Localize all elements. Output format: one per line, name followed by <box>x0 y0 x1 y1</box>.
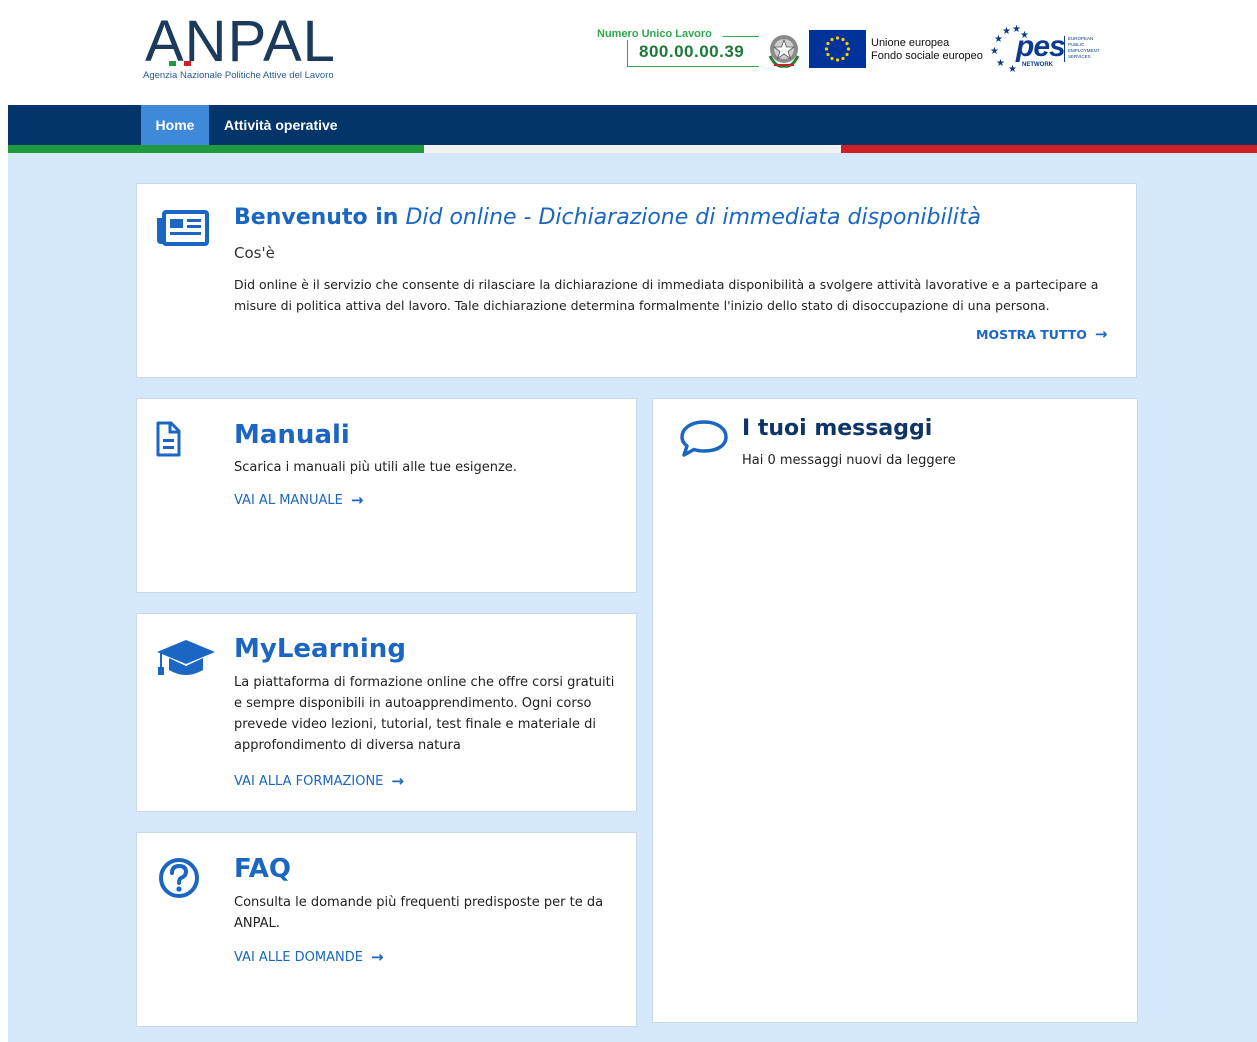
manuali-description: Scarica i manuali più utili alle tue esi… <box>234 460 517 475</box>
manuali-card <box>136 398 637 593</box>
eu-star-icon <box>845 52 849 57</box>
messaggi-title: I tuoi messaggi <box>742 416 933 441</box>
eu-star-icon <box>835 58 840 62</box>
arrow-right-icon: → <box>370 948 384 966</box>
eu-star-icon <box>845 41 849 46</box>
arrow-right-icon: → <box>391 772 404 790</box>
logo-subtitle: Agenzia Nazionale Politiche Attive del L… <box>143 70 334 81</box>
eu-flag-icon <box>809 30 866 68</box>
vai-al-manuale-link[interactable]: VAI AL MANUALE → <box>234 491 363 509</box>
eu-star-icon <box>826 52 830 57</box>
svg-text:★: ★ <box>1008 64 1017 75</box>
eu-star-icon <box>830 56 834 61</box>
svg-text:★: ★ <box>990 46 999 57</box>
nav-item-home[interactable]: Home <box>141 105 209 145</box>
eu-star-icon <box>835 36 840 40</box>
anpal-logo[interactable]: ANPAL Agenzia Nazionale Politiche Attive… <box>143 10 363 85</box>
svg-text:★: ★ <box>1002 26 1011 37</box>
speech-bubble-icon <box>680 420 728 457</box>
eu-star-icon <box>826 41 830 46</box>
welcome-description: Did online è il servizio che consente di… <box>234 277 1099 313</box>
mylearning-title: MyLearning <box>234 634 406 664</box>
question-circle-icon <box>159 858 199 898</box>
eu-star-icon <box>830 37 834 42</box>
nav-item-attivita-operative[interactable]: Attività operative <box>224 105 338 145</box>
welcome-title: Benvenuto in Did online - Dichiarazione … <box>234 205 981 230</box>
welcome-subtitle: Cos'è <box>234 244 275 262</box>
messaggi-description: Hai 0 messaggi nuovi da leggere <box>742 453 956 468</box>
eu-star-icon <box>841 56 845 61</box>
eu-fund-label: Unione europea Fondo sociale europeo <box>871 37 983 62</box>
arrow-right-icon: → <box>1094 325 1108 343</box>
vai-alla-formazione-link[interactable]: VAI ALLA FORMAZIONE → <box>234 772 404 790</box>
eu-star-icon <box>824 47 829 51</box>
numero-unico-lavoro: Numero Unico Lavoro 800.00.00.39 <box>597 28 759 68</box>
document-icon <box>156 421 181 457</box>
eu-star-icon <box>841 37 845 42</box>
pes-wordmark: pes <box>1016 30 1066 63</box>
italian-republic-emblem-icon <box>768 35 800 68</box>
manuali-title: Manuali <box>234 420 350 450</box>
pes-small-text: EUROPEAN PUBLIC EMPLOYMENT SERVICES <box>1068 36 1100 59</box>
main-nav: Home Attività operative <box>8 105 1257 145</box>
tricolor-stripe <box>8 145 1257 153</box>
site-header: ANPAL Agenzia Nazionale Politiche Attive… <box>0 0 1257 105</box>
vai-alle-domande-link[interactable]: VAI ALLE DOMANDE → <box>234 948 384 966</box>
faq-description: Consulta le domande più frequenti predis… <box>234 895 604 931</box>
svg-text:★: ★ <box>996 58 1005 69</box>
eu-star-icon <box>846 47 851 51</box>
messaggi-card <box>652 398 1138 1023</box>
newspaper-icon <box>157 210 209 246</box>
svg-text:★: ★ <box>994 34 1003 45</box>
pes-network-label: NETWORK <box>1022 62 1053 68</box>
graduation-cap-icon <box>157 640 215 675</box>
arrow-right-icon: → <box>350 491 364 509</box>
faq-title: FAQ <box>234 854 292 884</box>
pes-network-logo: ★ ★ ★ ★ ★ ★ ★ pes NETWORK EUROPEAN PUBLIC EM… <box>988 24 1108 76</box>
numero-unico-label: Numero Unico Lavoro <box>597 28 712 40</box>
numero-unico-value: 800.00.00.39 <box>639 42 745 61</box>
italian-flag-mark <box>169 61 191 66</box>
mostra-tutto-link[interactable]: MOSTRA TUTTO → <box>976 325 1107 343</box>
mylearning-description: La piattaforma di formazione online che … <box>234 675 615 753</box>
